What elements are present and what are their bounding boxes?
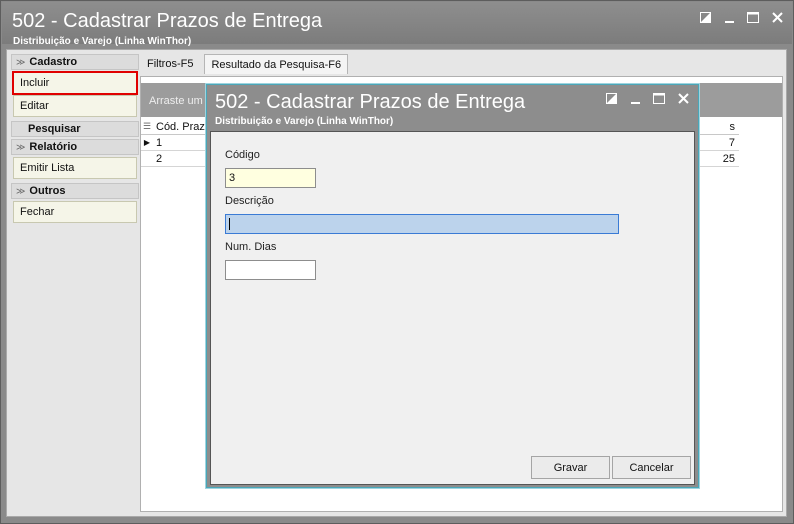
editar-button[interactable]: Editar — [13, 95, 137, 117]
cell-dias[interactable]: 7 — [693, 135, 739, 151]
fechar-button[interactable]: Fechar — [13, 201, 137, 223]
num-dias-field[interactable] — [225, 260, 316, 280]
cell-codigo[interactable]: 1 — [153, 135, 162, 150]
minimize-icon[interactable] — [722, 10, 736, 24]
dias-column: s 7 25 — [693, 119, 739, 167]
relatorio-group: Emitir Lista — [11, 155, 139, 181]
collapse-chevron-icon: ≫ — [16, 56, 26, 67]
pesquisar-button[interactable]: Pesquisar — [11, 121, 139, 137]
emitir-lista-button[interactable]: Emitir Lista — [13, 157, 137, 179]
cadastro-group-header[interactable]: ≫ Cadastro — [11, 54, 139, 70]
text-cursor — [229, 218, 230, 231]
restore-layout-icon[interactable] — [604, 91, 618, 105]
dialog-window-controls — [604, 91, 690, 105]
tab-resultado-pesquisa[interactable]: Resultado da Pesquisa-F6 — [204, 54, 349, 74]
main-title-bar[interactable]: 502 - Cadastrar Prazos de Entrega Distri… — [2, 2, 792, 47]
close-icon[interactable] — [676, 91, 690, 105]
relatorio-header-label: Relatório — [29, 141, 78, 153]
descricao-field[interactable] — [225, 214, 619, 234]
maximize-icon[interactable] — [746, 10, 760, 24]
incluir-button[interactable]: Incluir — [12, 71, 138, 95]
collapse-chevron-icon: ≫ — [16, 141, 26, 152]
dialog-title: 502 - Cadastrar Prazos de Entrega — [215, 91, 526, 113]
main-window-title: 502 - Cadastrar Prazos de Entrega — [12, 10, 323, 32]
codigo-label: Código — [225, 149, 260, 161]
maximize-icon[interactable] — [652, 91, 666, 105]
cell-codigo[interactable]: 2 — [153, 151, 162, 166]
action-sidebar: ≫ Cadastro Incluir Editar Pesquisar ≫ Re… — [11, 54, 139, 225]
cadastro-group: Incluir Editar — [11, 70, 139, 119]
outros-group-header[interactable]: ≫ Outros — [11, 183, 139, 199]
cadastro-header-label: Cadastro — [29, 56, 78, 68]
close-icon[interactable] — [770, 10, 784, 24]
dialog-subtitle: Distribuição e Varejo (Linha WinThor) — [215, 116, 394, 127]
cadastrar-prazo-dialog: 502 - Cadastrar Prazos de Entrega Distri… — [206, 84, 699, 488]
num-dias-label: Num. Dias — [225, 241, 277, 253]
outros-header-label: Outros — [29, 185, 66, 197]
descricao-label: Descrição — [225, 195, 274, 207]
main-window-controls — [698, 10, 784, 24]
collapse-chevron-icon: ≫ — [16, 185, 26, 196]
tab-bar: Filtros-F5 Resultado da Pesquisa-F6 — [140, 54, 349, 76]
row-indicator-icon: ▶ — [143, 138, 151, 147]
row-indicator-blank — [141, 151, 153, 166]
main-window-subtitle: Distribuição e Varejo (Linha WinThor) — [13, 36, 192, 47]
cell-dias[interactable]: 25 — [693, 151, 739, 167]
tab-filtros[interactable]: Filtros-F5 — [140, 54, 200, 74]
restore-layout-icon[interactable] — [698, 10, 712, 24]
dialog-form: Código 3 Descrição Num. Dias Gravar Canc… — [210, 131, 695, 485]
gravar-button[interactable]: Gravar — [531, 456, 610, 479]
codigo-field[interactable]: 3 — [225, 168, 316, 188]
column-chooser-icon[interactable]: ☰ — [141, 119, 153, 134]
relatorio-group-header[interactable]: ≫ Relatório — [11, 139, 139, 155]
outros-group: Fechar — [11, 199, 139, 225]
minimize-icon[interactable] — [628, 91, 642, 105]
col-header-dias[interactable]: s — [693, 119, 739, 135]
cancelar-button[interactable]: Cancelar — [612, 456, 691, 479]
